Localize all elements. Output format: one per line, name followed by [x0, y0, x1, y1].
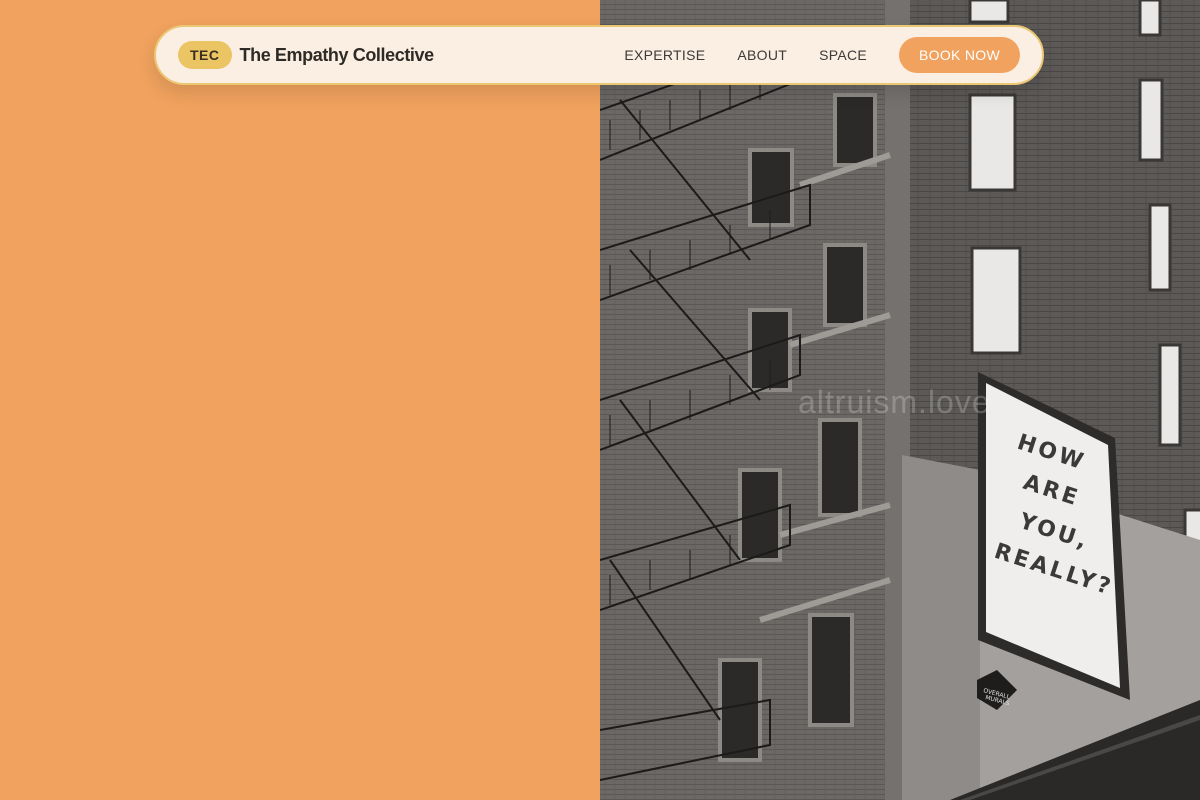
- nav-link-space[interactable]: SPACE: [819, 47, 867, 63]
- watermark: altruism.love: [798, 384, 991, 420]
- brand[interactable]: TEC The Empathy Collective: [178, 41, 434, 69]
- hero-color-panel: [0, 0, 600, 800]
- brand-name: The Empathy Collective: [239, 44, 435, 65]
- nav-link-expertise[interactable]: EXPERTISE: [624, 47, 705, 63]
- page: HOW ARE YOU, REALLY? OVERALL MURALS altr…: [0, 0, 1200, 800]
- book-now-button[interactable]: BOOK NOW: [899, 37, 1020, 73]
- brand-badge: TEC: [178, 41, 232, 69]
- nav-links: EXPERTISE ABOUT SPACE BOOK NOW: [624, 37, 1020, 73]
- top-navbar: TEC The Empathy Collective EXPERTISE ABO…: [154, 25, 1044, 85]
- nav-link-about[interactable]: ABOUT: [737, 47, 787, 63]
